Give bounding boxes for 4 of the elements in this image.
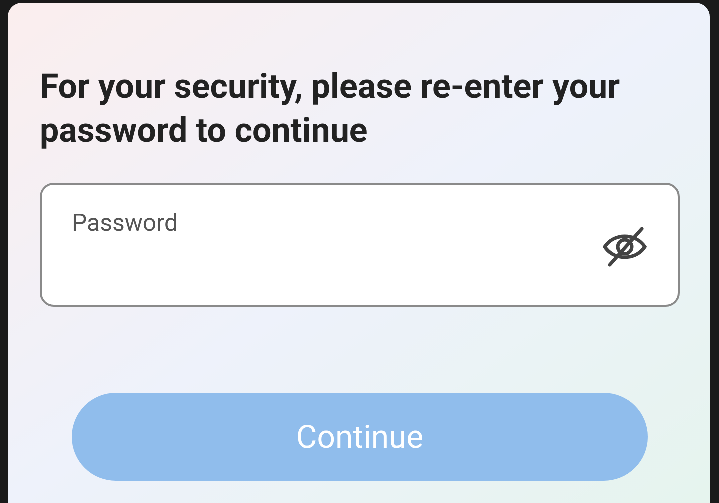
heading: For your security, please re-enter your password to continue xyxy=(40,66,622,153)
field-label: Password xyxy=(72,208,178,239)
eye-slash-icon[interactable] xyxy=(602,225,648,269)
password-field[interactable]: Password xyxy=(40,183,680,307)
